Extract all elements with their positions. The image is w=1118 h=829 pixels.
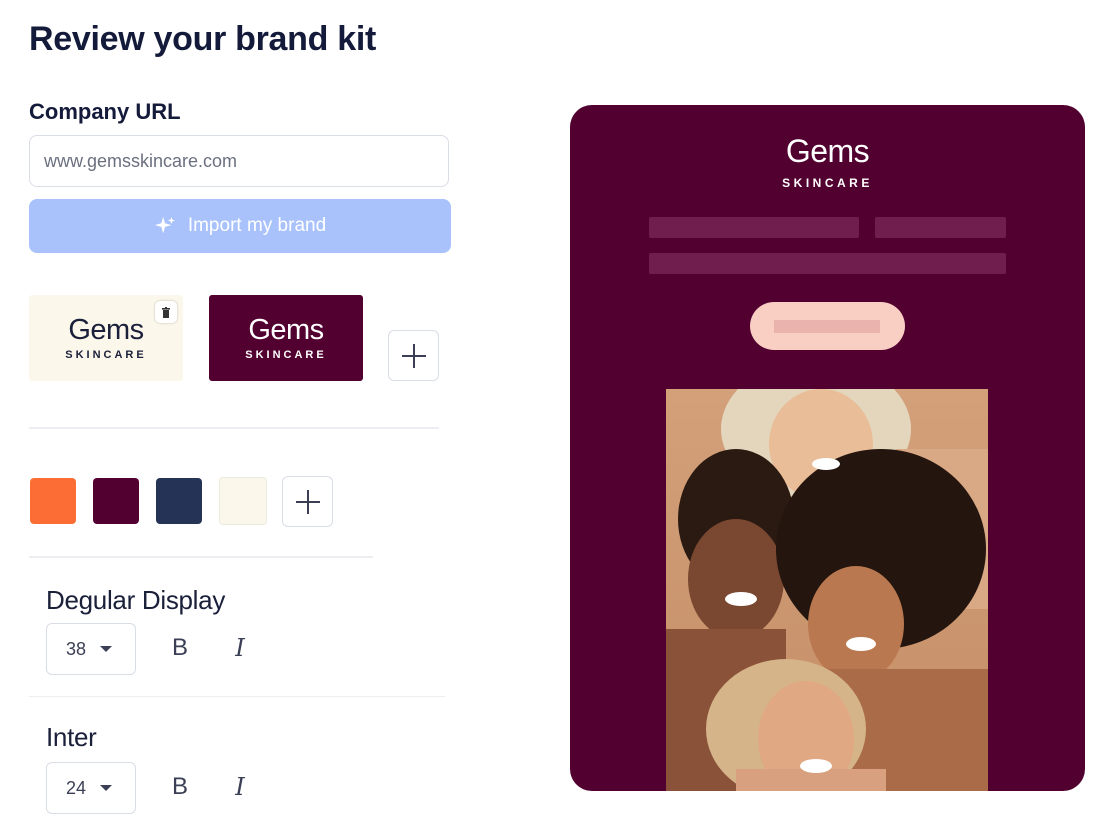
delete-logo-button[interactable] [155, 301, 177, 323]
trash-icon [161, 306, 171, 318]
font-name-body: Inter [46, 722, 97, 752]
preview-brand-subtitle: SKINCARE [782, 176, 873, 190]
color-swatch-plum[interactable] [93, 478, 139, 524]
bold-button[interactable]: B [163, 631, 197, 665]
placeholder-text-line [649, 217, 859, 238]
hero-photo [666, 389, 988, 791]
italic-button[interactable]: I [223, 770, 257, 804]
add-color-button[interactable] [282, 476, 333, 527]
email-preview: Gems SKINCARE [570, 105, 1085, 791]
color-swatch-orange[interactable] [30, 478, 76, 524]
font-size-value: 38 [66, 638, 87, 659]
caret-down-icon [100, 646, 113, 652]
italic-icon: I [235, 773, 245, 801]
plus-icon [400, 342, 428, 370]
placeholder-button-label [774, 320, 880, 333]
section-divider [29, 556, 373, 558]
preview-brand-wordmark: Gems [785, 133, 870, 169]
page-title: Review your brand kit [29, 20, 377, 58]
color-swatch-cream[interactable] [219, 477, 267, 525]
italic-icon: I [235, 634, 245, 662]
logo-wordmark: Gems [68, 314, 144, 346]
placeholder-text-line [649, 253, 1006, 274]
italic-button[interactable]: I [223, 631, 257, 665]
add-logo-button[interactable] [388, 330, 439, 381]
plus-icon [294, 488, 322, 516]
logo-wordmark: Gems [248, 314, 324, 346]
font-size-select-heading[interactable]: 38 [46, 623, 136, 675]
logo-subtitle: SKINCARE [245, 349, 327, 361]
color-swatch-navy[interactable] [156, 478, 202, 524]
logo-tile-light[interactable]: Gems SKINCARE [29, 295, 183, 381]
bold-icon: B [171, 634, 188, 661]
import-brand-button[interactable]: Import my brand [29, 199, 451, 253]
placeholder-text-line [875, 217, 1006, 238]
sparkle-icon [154, 215, 176, 237]
logo-subtitle: SKINCARE [65, 349, 147, 361]
company-url-input[interactable] [29, 135, 449, 187]
font-size-select-body[interactable]: 24 [46, 762, 136, 814]
bold-button[interactable]: B [163, 770, 197, 804]
font-name-heading: Degular Display [46, 585, 226, 615]
bold-icon: B [171, 773, 188, 800]
logo-tile-dark[interactable]: Gems SKINCARE [209, 295, 363, 381]
section-divider [29, 427, 439, 429]
section-divider [29, 696, 445, 697]
caret-down-icon [100, 785, 113, 791]
import-brand-label: Import my brand [187, 215, 327, 236]
font-size-value: 24 [66, 777, 87, 798]
company-url-label: Company URL [29, 99, 181, 124]
